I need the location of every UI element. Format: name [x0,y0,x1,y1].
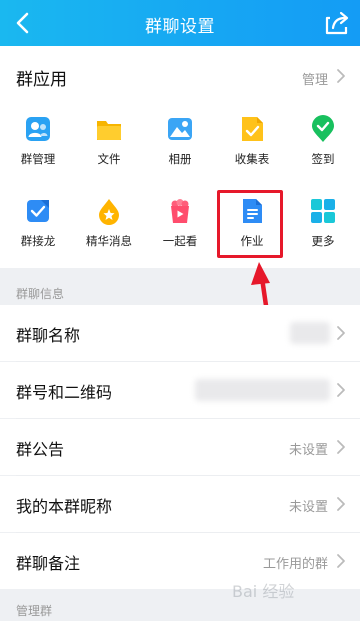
app-label: 群接龙 [20,234,56,248]
watermark-text: Bai 经验 [232,582,294,601]
manage-link[interactable]: 管理 [302,69,328,88]
folder-icon [97,121,121,140]
app-files[interactable]: 文件 [79,115,139,179]
app-label: 一起看 [162,234,198,248]
row-label: 我的本群昵称 [16,497,113,516]
baidu-jingyan-watermark: Bai 经验 [232,582,294,601]
collect-form-icon [242,117,263,141]
app-collect-form[interactable]: 收集表 [222,115,282,179]
app-essence[interactable]: 精华消息 [79,197,139,261]
group-apps-title: 群应用 [16,70,67,90]
row-group-name[interactable]: 群聊名称 [0,305,360,361]
row-label: 群号和二维码 [16,383,113,402]
app-label: 相册 [168,152,192,166]
chevron-right-icon [337,440,345,454]
row-value: 未设置 [288,443,328,458]
app-group-manage[interactable]: 群管理 [8,115,68,179]
row-announcement[interactable]: 群公告 未设置 [0,419,360,475]
group-apps-card: 群应用 管理 群管理 文件 相册 收集表 签到 群接龙 精华消息 一起看 作业 … [0,46,360,268]
chevron-right-icon [337,383,345,397]
app-label: 精华消息 [86,234,132,248]
section-title-manage-group: 管理群 [16,604,53,618]
row-label: 群聊备注 [16,554,81,573]
chevron-right-icon [337,554,345,568]
row-my-nickname[interactable]: 我的本群昵称 未设置 [0,476,360,532]
redacted-value [290,322,330,344]
page-title: 群聊设置 [145,17,215,37]
app-label: 更多 [311,234,335,248]
row-label: 群公告 [16,440,65,459]
group-manage-icon [26,117,50,141]
app-album[interactable]: 相册 [150,115,210,179]
section-title-group-info: 群聊信息 [16,287,65,301]
more-grid-icon [311,199,335,223]
chevron-right-icon [337,326,345,340]
chevron-right-icon [337,497,345,511]
app-label: 签到 [311,152,335,166]
row-value: 未设置 [288,500,328,515]
app-label: 群管理 [20,152,56,166]
app-label: 收集表 [234,152,270,166]
app-label: 文件 [97,152,121,166]
app-check-in[interactable]: 签到 [293,115,353,179]
app-watch-together[interactable]: 一起看 [150,197,210,261]
relay-icon [27,200,49,222]
chevron-right-icon [337,69,345,83]
watch-together-icon [171,199,189,223]
check-in-icon [312,115,334,142]
highlight-box [217,190,283,258]
redacted-value [195,379,330,401]
app-more[interactable]: 更多 [293,197,353,261]
photo-album-icon [168,118,192,140]
top-bar: 群聊设置 [0,0,360,46]
group-apps-header[interactable]: 群应用 管理 [0,46,360,108]
essence-icon [99,199,119,225]
row-label: 群聊名称 [16,326,81,345]
app-relay[interactable]: 群接龙 [8,197,68,261]
row-group-number-qr[interactable]: 群号和二维码 [0,362,360,418]
row-value: 工作用的群 [262,557,328,572]
share-icon[interactable] [322,8,352,38]
